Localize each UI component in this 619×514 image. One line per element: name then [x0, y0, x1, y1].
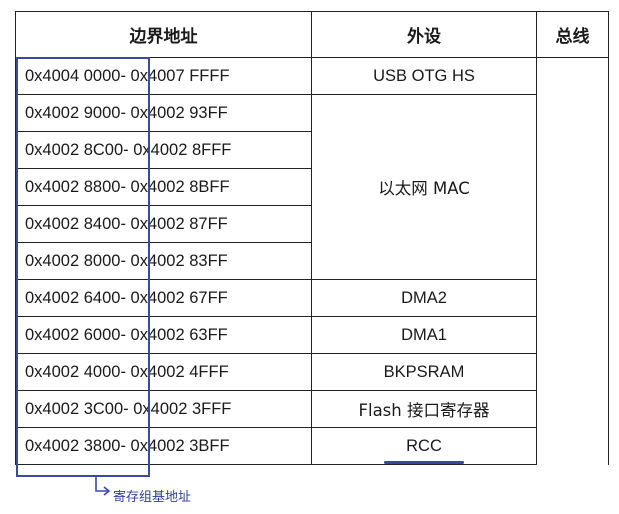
address-range-cell: 0x4002 9000- 0x4002 93FF [15, 94, 312, 132]
table-row: 0x4002 4000- 0x4002 4FFF BKPSRAM [15, 353, 609, 391]
range-start: 0x4002 8400 [25, 214, 121, 233]
range-start: 0x4002 8800 [25, 177, 121, 196]
table-header-row: 边界地址 外设 总线 [15, 11, 609, 58]
range-start: 0x4002 4000 [25, 362, 121, 381]
address-range-cell: 0x4002 4000- 0x4002 4FFF [15, 353, 312, 391]
range-end: - 0x4002 67FF [120, 288, 228, 307]
peripheral-bkpsram: BKPSRAM [311, 353, 537, 391]
table-row: 0x4002 6000- 0x4002 63FF DMA1 [15, 316, 609, 354]
range-start: 0x4002 3C00 [25, 399, 124, 418]
peripheral-ethernet-mac: 以太网 MAC [311, 94, 537, 280]
peripheral-rcc: RCC [384, 436, 464, 464]
range-end: - 0x4002 4FFF [120, 362, 229, 381]
memory-map-table: 边界地址 外设 总线 0x4004 0000- 0x4007 FFFF USB … [15, 11, 609, 465]
range-start: 0x4002 6400 [25, 288, 121, 307]
callout-arrow-icon [95, 477, 111, 496]
header-bus: 总线 [536, 11, 609, 58]
address-range-cell: 0x4002 8800- 0x4002 8BFF [15, 168, 312, 206]
range-end: - 0x4002 3FFF [123, 399, 232, 418]
range-start: 0x4004 0000 [25, 66, 121, 85]
range-end: - 0x4002 83FF [120, 251, 228, 270]
table-row: 0x4002 9000- 0x4002 93FF 以太网 MAC [15, 94, 609, 280]
peripheral-rcc-cell: RCC [311, 427, 537, 465]
range-end: - 0x4002 93FF [120, 103, 228, 122]
table-row: 0x4002 3800- 0x4002 3BFF RCC [15, 427, 609, 465]
table-row: 0x4002 3C00- 0x4002 3FFF Flash 接口寄存器 [15, 390, 609, 428]
range-end: - 0x4007 FFFF [120, 66, 230, 85]
range-end: - 0x4002 3BFF [120, 436, 230, 455]
range-start: 0x4002 8000 [25, 251, 121, 270]
peripheral-usb-otg-hs: USB OTG HS [311, 57, 537, 95]
range-end: - 0x4002 8FFF [123, 140, 232, 159]
address-range-cell: 0x4002 6400- 0x4002 67FF [15, 279, 312, 317]
table-row: 0x4004 0000- 0x4007 FFFF USB OTG HS [15, 57, 609, 465]
header-peripheral: 外设 [311, 11, 537, 58]
header-boundary-address: 边界地址 [15, 11, 312, 58]
range-start: 0x4002 6000 [25, 325, 121, 344]
address-range-cell: 0x4002 8400- 0x4002 87FF [15, 205, 312, 243]
range-start: 0x4002 3800 [25, 436, 121, 455]
address-range-cell: 0x4002 8C00- 0x4002 8FFF [15, 131, 312, 169]
bus-cell [536, 57, 609, 465]
address-range-cell: 0x4002 3C00- 0x4002 3FFF [15, 390, 312, 428]
address-range-cell: 0x4004 0000- 0x4007 FFFF [15, 57, 312, 95]
range-start: 0x4002 8C00 [25, 140, 124, 159]
range-end: - 0x4002 63FF [120, 325, 228, 344]
address-range-cell: 0x4002 8000- 0x4002 83FF [15, 242, 312, 280]
base-address-callout-label: 寄存组基地址 [113, 490, 192, 505]
table-row: 0x4002 6400- 0x4002 67FF DMA2 [15, 279, 609, 317]
address-range-cell: 0x4002 6000- 0x4002 63FF [15, 316, 312, 354]
peripheral-dma2: DMA2 [311, 279, 537, 317]
range-end: - 0x4002 87FF [120, 214, 228, 233]
range-start: 0x4002 9000 [25, 103, 121, 122]
peripheral-dma1: DMA1 [311, 316, 537, 354]
address-range-cell: 0x4002 3800- 0x4002 3BFF [15, 427, 312, 465]
peripheral-flash-interface: Flash 接口寄存器 [311, 390, 537, 428]
range-end: - 0x4002 8BFF [120, 177, 230, 196]
